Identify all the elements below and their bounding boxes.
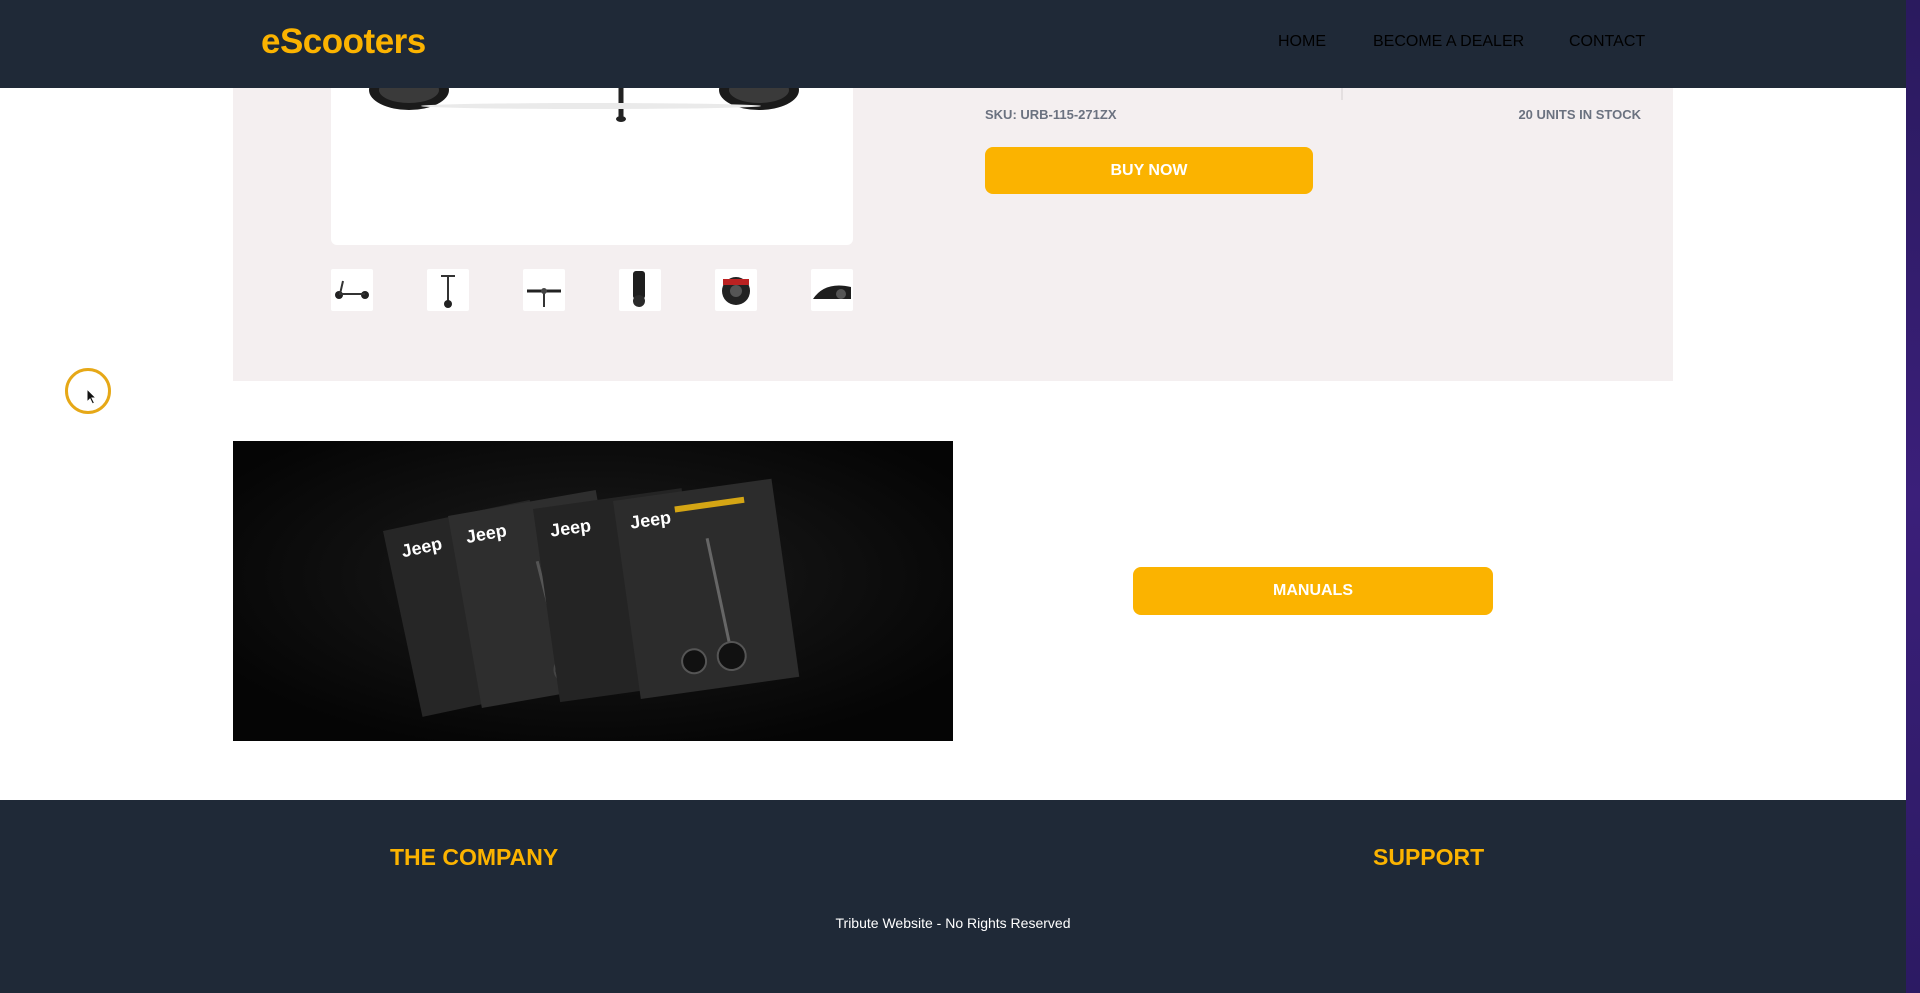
product-panel: SKU: URB-115-271ZX 20 UNITS IN STOCK BUY… <box>233 88 1673 381</box>
nav-become-dealer[interactable]: BECOME A DEALER <box>1373 33 1524 51</box>
window-edge <box>1906 0 1920 993</box>
manuals-image: Jeep Jeep Jeep Jeep <box>233 441 953 741</box>
divider <box>1341 88 1343 100</box>
thumbnail-side-view[interactable] <box>331 269 373 311</box>
thumbnail-folded-view[interactable] <box>619 269 661 311</box>
site-footer: THE COMPANY SUPPORT Tribute Website - No… <box>0 800 1906 993</box>
thumbnail-handlebar-view[interactable] <box>523 269 565 311</box>
product-sku: SKU: URB-115-271ZX <box>985 107 1117 122</box>
thumbnail-front-view[interactable] <box>427 269 469 311</box>
footer-support-heading: SUPPORT <box>1373 844 1485 870</box>
footer-copyright: Tribute Website - No Rights Reserved <box>835 915 1071 931</box>
product-main-image[interactable] <box>331 88 853 245</box>
cursor-icon <box>86 388 98 405</box>
thumbnail-detail-view[interactable] <box>811 269 853 311</box>
stock-count: 20 UNITS IN STOCK <box>1518 107 1641 122</box>
manuals-button[interactable]: MANUALS <box>1133 567 1493 615</box>
buy-now-button[interactable]: BUY NOW <box>985 147 1313 194</box>
footer-company-heading: THE COMPANY <box>390 844 559 870</box>
nav-home[interactable]: HOME <box>1278 33 1326 51</box>
thumbnail-rear-view[interactable] <box>715 269 757 311</box>
thumbnail-strip <box>331 269 853 311</box>
site-header: eScooters HOME BECOME A DEALER CONTACT <box>0 0 1906 88</box>
nav-contact[interactable]: CONTACT <box>1569 33 1645 51</box>
site-logo[interactable]: eScooters <box>261 22 426 62</box>
